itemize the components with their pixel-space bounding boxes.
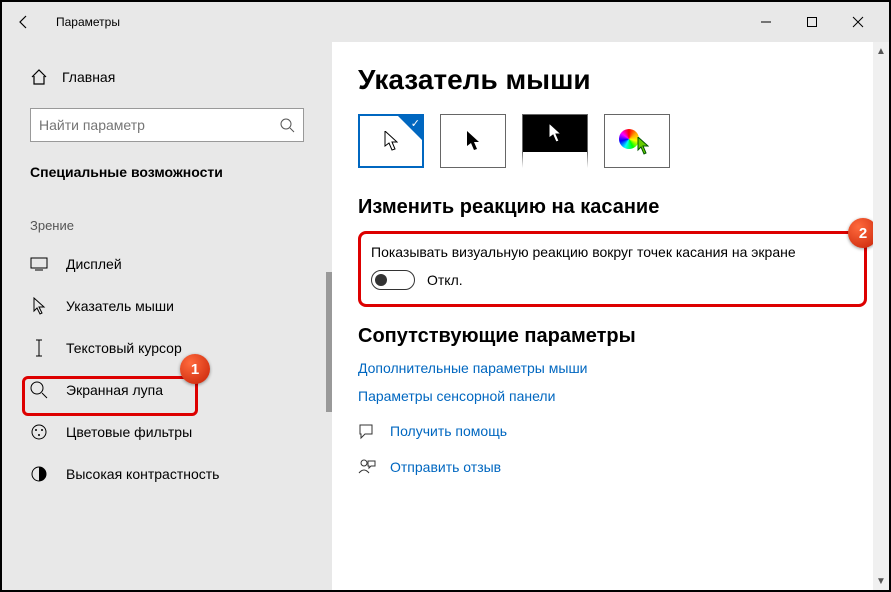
display-icon — [30, 255, 48, 273]
annotation-highlight-2: Показывать визуальную реакцию вокруг точ… — [358, 231, 867, 307]
sidebar-item-label: Цветовые фильтры — [66, 424, 192, 440]
sidebar-item-label: Текстовый курсор — [66, 340, 182, 356]
page-title: Указатель мыши — [358, 64, 867, 96]
pointer-style-white[interactable]: ✓ — [358, 114, 424, 168]
touch-description: Показывать визуальную реакцию вокруг точ… — [371, 244, 850, 260]
home-icon — [30, 68, 48, 86]
sidebar-item-display[interactable]: Дисплей — [2, 243, 332, 285]
settings-window: Параметры Главная Специальные возможност… — [0, 0, 891, 592]
search-input[interactable] — [39, 117, 279, 133]
sidebar-item-text-cursor[interactable]: Текстовый курсор — [2, 327, 332, 369]
pointer-style-custom[interactable] — [604, 114, 670, 168]
pointer-icon — [30, 297, 48, 315]
feedback-link[interactable]: Отправить отзыв — [358, 458, 867, 476]
sidebar-item-label: Высокая контрастность — [66, 466, 219, 482]
link-touchpad-settings[interactable]: Параметры сенсорной панели — [358, 388, 867, 404]
high-contrast-icon — [30, 465, 48, 483]
help-label: Получить помощь — [390, 423, 507, 439]
main-scrollbar[interactable]: ▲ ▼ — [873, 42, 889, 590]
window-controls — [743, 6, 881, 38]
pointer-style-row: ✓ — [358, 114, 867, 168]
sidebar-item-high-contrast[interactable]: Высокая контрастность — [2, 453, 332, 495]
link-additional-mouse[interactable]: Дополнительные параметры мыши — [358, 360, 867, 376]
sidebar-item-label: Дисплей — [66, 256, 122, 272]
toggle-state-label: Откл. — [427, 272, 463, 288]
sidebar-item-mouse-pointer[interactable]: Указатель мыши — [2, 285, 332, 327]
related-section-title: Сопутствующие параметры — [358, 325, 867, 348]
color-filters-icon — [30, 423, 48, 441]
sidebar-home[interactable]: Главная — [2, 60, 332, 94]
search-box[interactable] — [30, 108, 304, 142]
search-icon — [279, 117, 295, 133]
touch-toggle-row: Откл. — [371, 270, 850, 290]
close-button[interactable] — [835, 6, 881, 38]
touch-feedback-toggle[interactable] — [371, 270, 415, 290]
sidebar-item-color-filters[interactable]: Цветовые фильтры — [2, 411, 332, 453]
pointer-style-inverted[interactable] — [522, 114, 588, 168]
color-wheel-icon — [619, 129, 639, 149]
minimize-button[interactable] — [743, 6, 789, 38]
magnifier-icon — [30, 381, 48, 399]
scroll-up-icon[interactable]: ▲ — [873, 42, 889, 60]
get-help-link[interactable]: Получить помощь — [358, 422, 867, 440]
sidebar-home-label: Главная — [62, 69, 115, 85]
help-icon — [358, 422, 376, 440]
pointer-style-black[interactable] — [440, 114, 506, 168]
sidebar-section-title: Специальные возможности — [2, 160, 332, 202]
sidebar: Главная Специальные возможности Зрение Д… — [2, 42, 332, 590]
sidebar-item-label: Экранная лупа — [66, 382, 163, 398]
text-cursor-icon — [30, 339, 48, 357]
sidebar-group-vision: Зрение — [2, 202, 332, 243]
feedback-icon — [358, 458, 376, 476]
titlebar: Параметры — [2, 2, 889, 42]
scroll-down-icon[interactable]: ▼ — [873, 572, 889, 590]
back-button[interactable] — [10, 8, 38, 36]
sidebar-item-label: Указатель мыши — [66, 298, 174, 314]
main-content: Указатель мыши ✓ Изменить реакцию на кас… — [332, 42, 889, 590]
maximize-button[interactable] — [789, 6, 835, 38]
window-body: Главная Специальные возможности Зрение Д… — [2, 42, 889, 590]
window-title: Параметры — [56, 15, 120, 29]
sidebar-item-magnifier[interactable]: Экранная лупа — [2, 369, 332, 411]
feedback-label: Отправить отзыв — [390, 459, 501, 475]
touch-section-title: Изменить реакцию на касание — [358, 196, 867, 219]
